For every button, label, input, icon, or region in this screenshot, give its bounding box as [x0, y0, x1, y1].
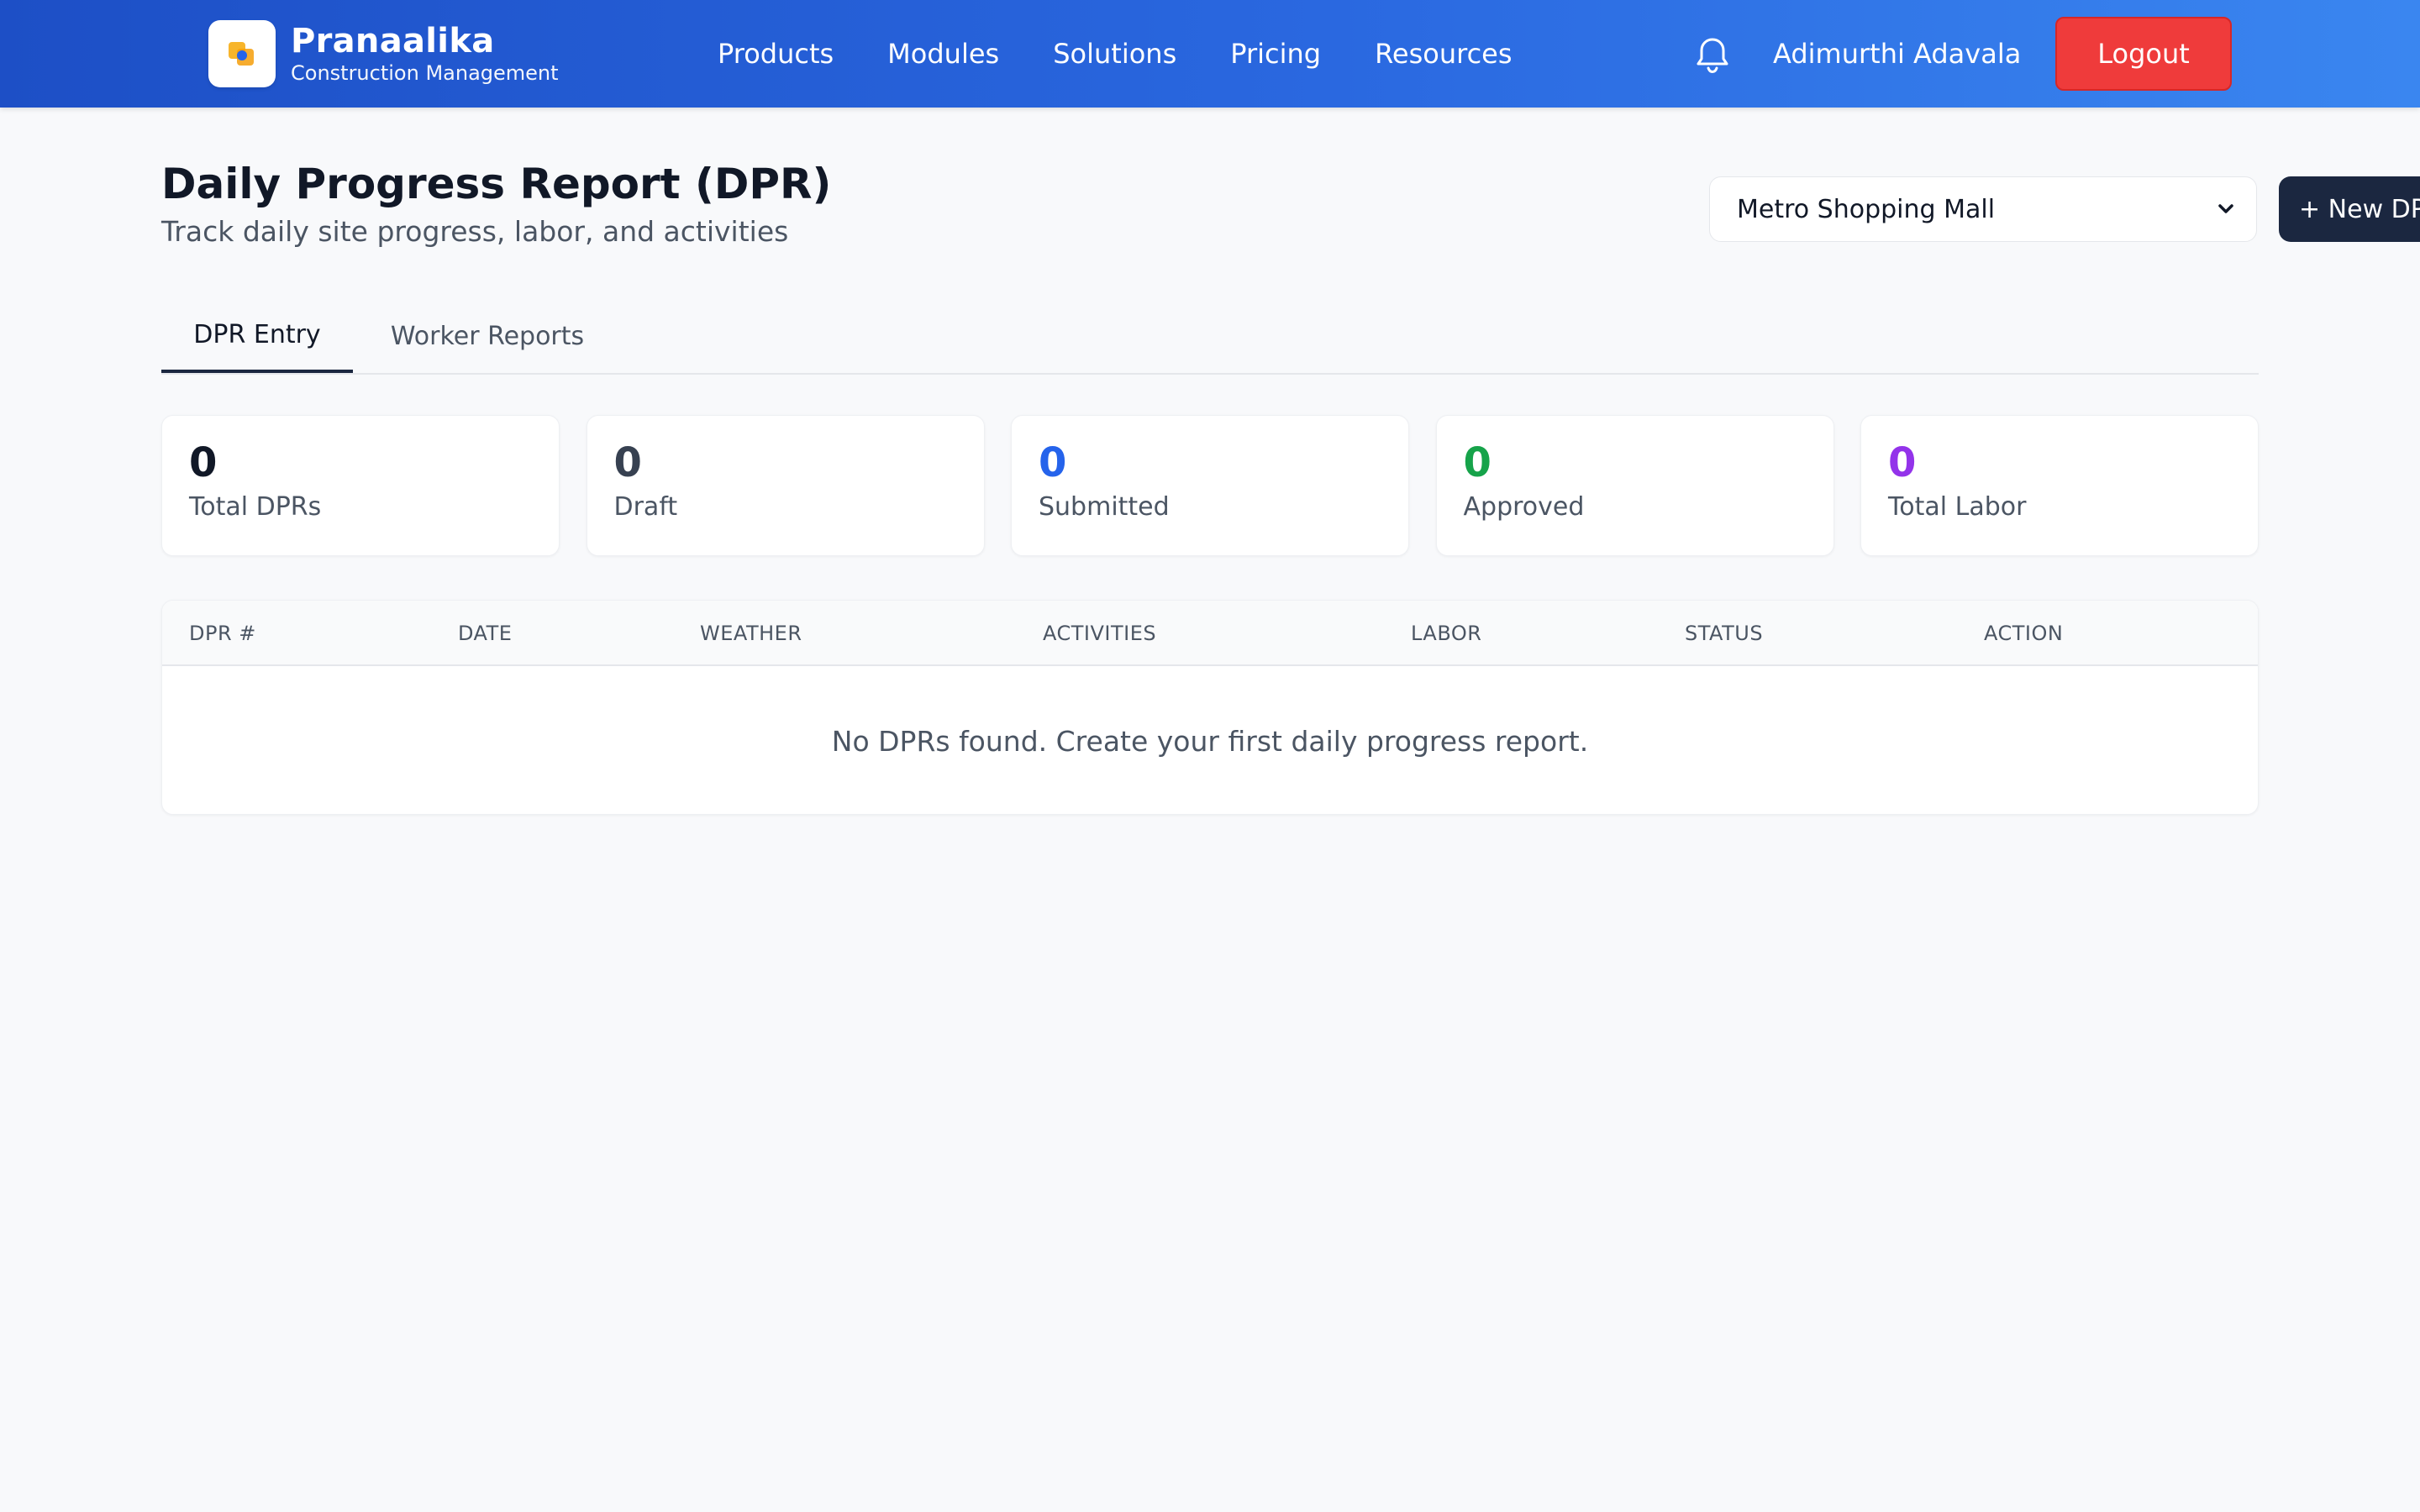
stat-value: 0: [613, 439, 642, 486]
brand-subtitle: Construction Management: [291, 61, 559, 85]
stat-value: 0: [1039, 439, 1067, 486]
user-name[interactable]: Adimurthi Adavala: [1773, 0, 2021, 108]
tabs: DPR Entry Worker Reports: [161, 299, 2259, 375]
chevron-down-icon: [2218, 204, 2233, 213]
table-header: DPR # DATE WEATHER ACTIVITIES LABOR STAT…: [162, 601, 2258, 666]
stat-value: 0: [1888, 439, 1917, 486]
stats-row: 0 Total DPRs 0 Draft 0 Submitted 0 Appro…: [161, 415, 2259, 556]
project-select-value: Metro Shopping Mall: [1737, 194, 1996, 224]
stat-label: Submitted: [1039, 492, 1170, 522]
bell-icon[interactable]: [1694, 35, 1731, 76]
column-header-status[interactable]: STATUS: [1685, 601, 1763, 666]
column-header-dpr-number[interactable]: DPR #: [189, 601, 256, 666]
main-nav: Products Modules Solutions Pricing Resou…: [718, 0, 1566, 108]
stat-card-submitted: 0 Submitted: [1011, 415, 1409, 556]
nav-modules[interactable]: Modules: [887, 38, 999, 70]
tab-worker-reports[interactable]: Worker Reports: [353, 299, 622, 373]
column-header-weather[interactable]: WEATHER: [700, 601, 802, 666]
column-header-date[interactable]: DATE: [458, 601, 512, 666]
column-header-labor[interactable]: LABOR: [1411, 601, 1481, 666]
stat-value: 0: [1463, 439, 1491, 486]
new-dpr-button[interactable]: + New DPR: [2279, 176, 2420, 242]
page-title: Daily Progress Report (DPR): [161, 160, 832, 208]
stat-card-total-dprs: 0 Total DPRs: [161, 415, 560, 556]
nav-pricing[interactable]: Pricing: [1230, 38, 1321, 70]
dpr-table: DPR # DATE WEATHER ACTIVITIES LABOR STAT…: [161, 600, 2259, 815]
tab-dpr-entry[interactable]: DPR Entry: [161, 299, 353, 373]
column-header-activities[interactable]: ACTIVITIES: [1043, 601, 1156, 666]
column-header-action[interactable]: ACTION: [1984, 601, 2063, 666]
stat-label: Approved: [1463, 492, 1585, 522]
stat-card-total-labor: 0 Total Labor: [1860, 415, 2259, 556]
project-select[interactable]: Metro Shopping Mall: [1709, 176, 2257, 242]
stat-value: 0: [189, 439, 218, 486]
logout-button[interactable]: Logout: [2055, 17, 2232, 91]
stat-label: Total Labor: [1888, 492, 2027, 522]
empty-state-message: No DPRs found. Create your first daily p…: [831, 724, 1589, 758]
top-navbar: Pranaalika Construction Management Produ…: [0, 0, 2420, 108]
page-subtitle: Track daily site progress, labor, and ac…: [161, 215, 789, 248]
pranaalika-logo-icon: [208, 20, 276, 87]
brand[interactable]: Pranaalika Construction Management: [208, 20, 559, 87]
stat-card-approved: 0 Approved: [1435, 415, 1834, 556]
brand-name: Pranaalika: [291, 22, 495, 60]
stat-label: Draft: [613, 492, 678, 522]
stat-label: Total DPRs: [189, 492, 322, 522]
nav-resources[interactable]: Resources: [1375, 38, 1512, 70]
nav-products[interactable]: Products: [718, 38, 834, 70]
nav-solutions[interactable]: Solutions: [1053, 38, 1176, 70]
stat-card-draft: 0 Draft: [586, 415, 985, 556]
